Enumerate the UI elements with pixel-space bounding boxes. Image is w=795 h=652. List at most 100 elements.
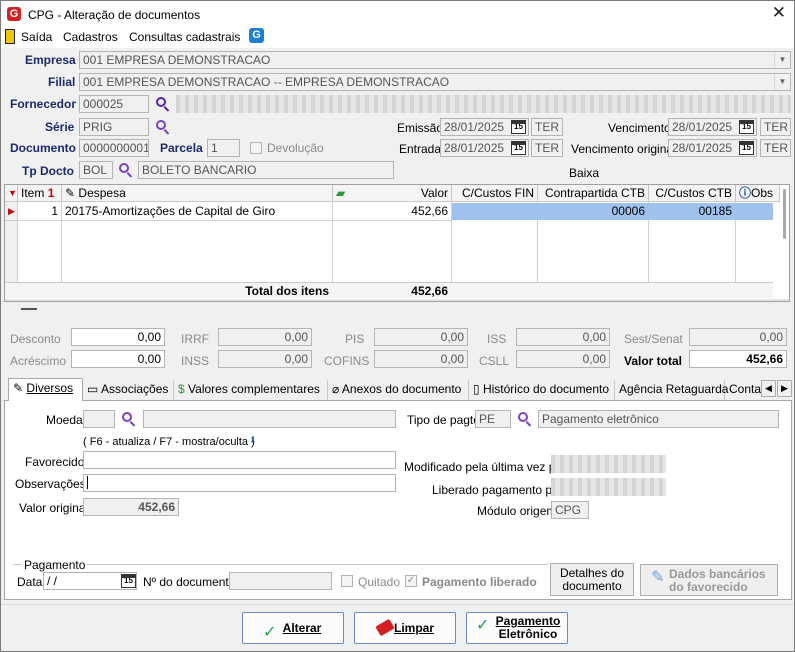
- quitado-checkbox[interactable]: [341, 575, 353, 587]
- exit-door-icon: [5, 29, 15, 44]
- moeda-desc-field: [143, 410, 396, 428]
- serie-field[interactable]: PRIG: [79, 118, 149, 136]
- parcela-field[interactable]: 1: [207, 139, 240, 157]
- menu-bar: Saída Cadastros Consultas cadastrais G: [1, 28, 794, 48]
- pis-field: 0,00: [374, 328, 468, 346]
- col-cc-ctb[interactable]: C/Custos CTB: [649, 185, 736, 202]
- help-g-icon[interactable]: G: [249, 28, 264, 43]
- items-grid[interactable]: ▼ Item 1 ✎ Despesa ▰ Valor C/Custos FIN C…: [4, 184, 790, 302]
- tab-scroll-right-icon[interactable]: ▶: [777, 380, 792, 397]
- venc-original-day-field: TER: [760, 139, 791, 157]
- title-bar: G CPG - Alteração de documentos ✕: [1, 1, 794, 28]
- documento-field[interactable]: 0000000001: [79, 139, 149, 157]
- close-icon[interactable]: ✕: [772, 4, 786, 22]
- empresa-combo[interactable]: 001 EMPRESA DEMONSTRACAO: [79, 51, 791, 69]
- cofins-field: 0,00: [374, 350, 468, 368]
- ndoc-field[interactable]: [229, 572, 332, 590]
- sort-icon: 1: [47, 186, 55, 200]
- window-title: CPG - Alteração de documentos: [28, 8, 201, 22]
- calendar-icon[interactable]: 15: [739, 120, 754, 134]
- app-logo-icon: G: [7, 7, 21, 21]
- tab-valores-complementares[interactable]: $ Valores complementares: [174, 380, 328, 400]
- calendar-icon[interactable]: 15: [511, 141, 526, 155]
- col-contrapartida[interactable]: Contrapartida CTB: [538, 185, 649, 202]
- col-item[interactable]: Item 1: [18, 185, 62, 202]
- desconto-field[interactable]: 0,00: [71, 328, 165, 346]
- checkmark-icon: ✓: [476, 617, 490, 634]
- entrada-day-field: TER: [531, 139, 563, 157]
- hint-label: ( F6 - atualiza / F7 - mostra/oculta ): [83, 436, 255, 448]
- main-window: G CPG - Alteração de documentos ✕ Saída …: [0, 0, 795, 652]
- limpar-button[interactable]: Limpar: [354, 612, 456, 644]
- devolucao-checkbox[interactable]: [250, 142, 262, 154]
- moeda-label: Moeda: [46, 413, 83, 427]
- search-icon[interactable]: [119, 163, 133, 178]
- fornecedor-code-field[interactable]: 000025: [79, 95, 149, 113]
- modulo-field: CPG: [551, 501, 589, 519]
- dados-bancarios-button[interactable]: ✎ Dados bancários do favorecido: [640, 564, 778, 596]
- ndoc-label: Nº do documento: [143, 575, 236, 589]
- col-cc-fin[interactable]: C/Custos FIN: [452, 185, 538, 202]
- chevron-down-icon[interactable]: ▼: [774, 52, 790, 68]
- pagamento-eletronico-button[interactable]: ✓ Pagamento Eletrônico: [466, 612, 568, 644]
- tab-anexos[interactable]: ⌀ Anexos do documento: [328, 380, 469, 400]
- iss-label: ISS: [487, 332, 507, 346]
- devolucao-label: Devolução: [267, 141, 324, 155]
- irrf-field: 0,00: [218, 328, 312, 346]
- valor-original-field: 452,66: [83, 498, 179, 516]
- favorecido-field[interactable]: [83, 451, 396, 469]
- irrf-label: IRRF: [181, 332, 209, 346]
- total-items-label: Total dos itens: [245, 284, 329, 298]
- modulo-label: Módulo origem: [477, 504, 557, 518]
- filial-combo[interactable]: 001 EMPRESA DEMONSTRACAO -- EMPRESA DEMO…: [79, 73, 791, 91]
- search-icon[interactable]: [518, 412, 532, 427]
- acrescimo-label: Acréscimo: [10, 354, 67, 368]
- tab-agencia[interactable]: Agência Retaguarda: [615, 380, 728, 400]
- chevron-down-icon[interactable]: ▼: [774, 74, 790, 90]
- grid-splitter[interactable]: [21, 308, 37, 310]
- document-icon: ▯: [473, 382, 480, 396]
- calendar-icon[interactable]: 15: [121, 574, 136, 588]
- liberado-field: [551, 478, 666, 496]
- calendar-icon[interactable]: 15: [739, 141, 754, 155]
- vertical-scrollbar[interactable]: [780, 186, 789, 243]
- col-despesa[interactable]: ✎ Despesa: [62, 185, 333, 202]
- tab-contal[interactable]: Contal: [725, 380, 763, 400]
- liberado-label: Liberado pagamento por: [432, 483, 563, 497]
- menu-consultas[interactable]: Consultas cadastrais: [129, 30, 240, 44]
- search-icon[interactable]: [156, 120, 170, 135]
- paperclip-icon: ⌀: [332, 382, 340, 396]
- search-icon[interactable]: [156, 97, 170, 112]
- valor-total-label: Valor total: [624, 354, 683, 368]
- modificado-label: Modificado pela última vez por: [404, 460, 567, 474]
- observacoes-field[interactable]: [83, 474, 396, 492]
- detalhes-documento-button[interactable]: Detalhes do documento: [550, 563, 634, 596]
- pen-icon: ✎: [13, 381, 24, 395]
- menu-cadastros[interactable]: Cadastros: [63, 30, 118, 44]
- baixa-label: Baixa: [569, 166, 600, 180]
- alterar-button[interactable]: ✓ Alterar: [242, 612, 344, 644]
- col-obs[interactable]: ⓘObs: [736, 185, 780, 202]
- tab-diversos[interactable]: ✎ Diversos: [8, 378, 83, 401]
- emissao-label: Emissão: [397, 121, 444, 135]
- quitado-label: Quitado: [358, 575, 401, 589]
- sest-label: Sest/Senat: [624, 332, 683, 346]
- data-label: Data: [17, 575, 43, 589]
- tipo-pagto-code-field[interactable]: PE: [475, 410, 511, 428]
- moeda-code-field[interactable]: [83, 410, 115, 428]
- filial-label: Filial: [48, 75, 76, 89]
- tab-historico[interactable]: ▯ Histórico do documento: [469, 380, 615, 400]
- tab-scroll-left-icon[interactable]: ◀: [761, 380, 776, 397]
- money-icon: ▰: [336, 186, 346, 200]
- calendar-icon[interactable]: 15: [511, 120, 526, 134]
- sort-arrow-icon: ▼: [5, 185, 18, 202]
- modificado-field: [551, 455, 666, 473]
- search-icon[interactable]: [122, 412, 136, 427]
- col-valor[interactable]: ▰ Valor: [333, 185, 452, 202]
- pagamento-liberado-checkbox[interactable]: ✓: [405, 575, 417, 587]
- tpdocto-code-field[interactable]: BOL: [79, 161, 113, 179]
- menu-saida[interactable]: Saída: [21, 30, 52, 44]
- acrescimo-field[interactable]: 0,00: [71, 350, 165, 368]
- info-icon: ⓘ: [739, 186, 752, 200]
- tab-associacoes[interactable]: ▭ Associações: [83, 380, 174, 400]
